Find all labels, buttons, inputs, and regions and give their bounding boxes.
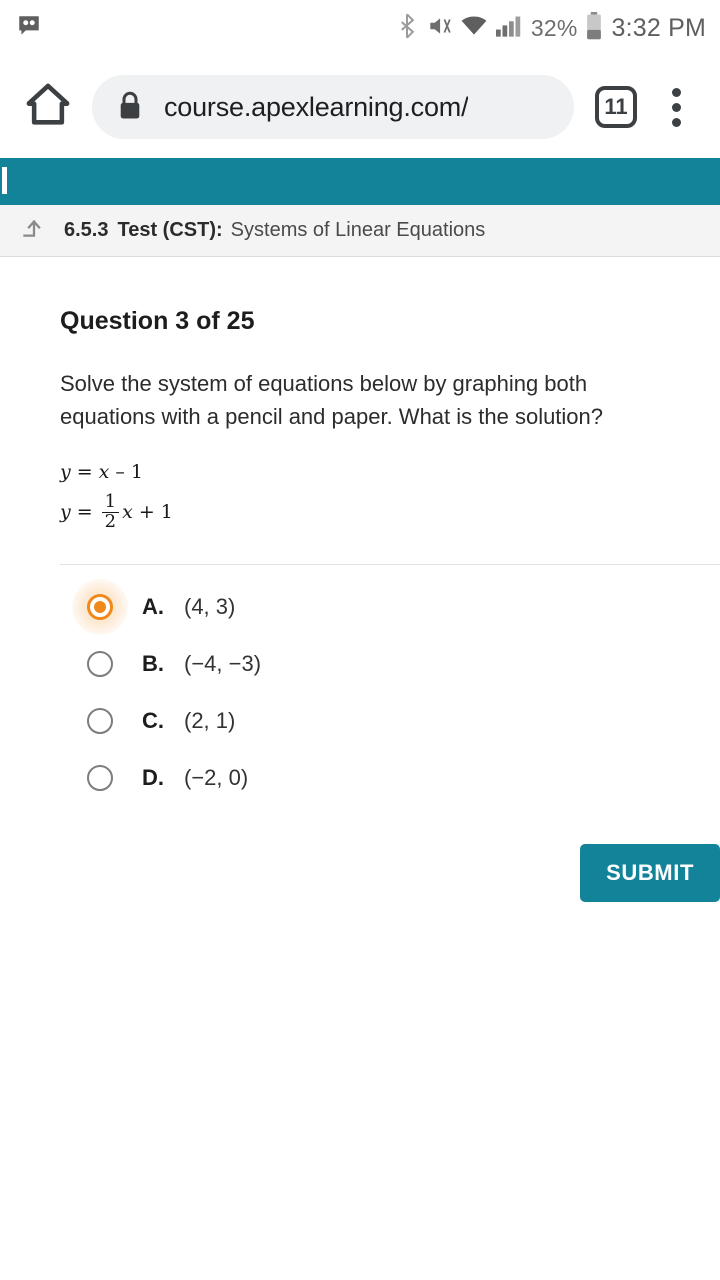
breadcrumb-type: Test (CST): (117, 219, 223, 241)
radio-wrap-a[interactable] (72, 578, 128, 635)
question-prompt: Solve the system of equations below by g… (60, 371, 604, 429)
equation-1-operator: – (115, 461, 125, 484)
equation-2-fraction: 1 2 (101, 491, 120, 532)
equation-1: y = x – 1 (60, 463, 720, 482)
radio-button-c[interactable] (87, 707, 113, 734)
wifi-icon (461, 15, 487, 42)
option-d-letter: D. (142, 764, 164, 790)
radio-wrap-d[interactable] (72, 750, 128, 806)
equation-2-variable: x (122, 500, 133, 523)
equation-2: y = 1 2 x + 1 (60, 491, 720, 532)
url-bar[interactable]: course.apexlearning.com/ (92, 75, 574, 139)
submit-row: SUBMIT (60, 843, 720, 902)
equation-1-variable: x (98, 461, 110, 484)
equation-2-operator: + (138, 500, 155, 523)
radio-button-d[interactable] (87, 764, 113, 791)
option-a[interactable]: A. (4, 3) (60, 578, 720, 635)
bluetooth-icon (397, 13, 417, 44)
status-bar: 32% 3:32 PM (0, 0, 720, 56)
status-bar-right: 32% 3:32 PM (397, 11, 706, 45)
option-a-text: (4, 3) (184, 593, 236, 619)
fraction-numerator: 1 (104, 491, 117, 513)
option-b-letter: B. (142, 650, 164, 676)
equation-2-constant: 1 (160, 500, 173, 523)
browser-toolbar: course.apexlearning.com/ 11 (0, 56, 720, 158)
tab-switcher-button[interactable]: 11 (586, 77, 646, 137)
battery-icon (586, 11, 602, 45)
battery-percent: 32% (530, 14, 578, 41)
lock-icon (118, 90, 142, 125)
page-title: Question 3 of 25 (60, 307, 255, 335)
cell-signal-icon (495, 15, 522, 42)
breadcrumb-code: 6.5.3 (64, 219, 109, 241)
app-header-bar (0, 158, 720, 205)
option-b[interactable]: B. (−4, −3) (60, 640, 720, 688)
radio-button-a[interactable] (87, 593, 113, 620)
home-icon (22, 79, 74, 136)
equation-1-lhs: y (60, 461, 71, 484)
equation-2-lhs: y (60, 500, 71, 523)
home-button[interactable] (18, 77, 78, 137)
status-bar-left (16, 13, 42, 44)
option-c-text: (2, 1) (184, 707, 236, 733)
arrow-up-level-icon[interactable] (20, 214, 48, 247)
clock: 3:32 PM (611, 13, 706, 42)
volume-muted-icon (426, 13, 452, 44)
fraction-denominator: 2 (101, 511, 120, 532)
question-content: Question 3 of 25 Solve the system of equ… (0, 307, 720, 902)
radio-wrap-c[interactable] (72, 693, 128, 749)
menu-button[interactable] (646, 77, 706, 137)
option-b-text: (−4, −3) (184, 650, 262, 676)
section-divider (60, 563, 720, 565)
option-c[interactable]: C. (2, 1) (60, 697, 720, 745)
voicemail-icon (16, 13, 42, 44)
equation-2-equals: = (76, 500, 93, 523)
overflow-menu-icon (671, 87, 681, 127)
submit-button[interactable]: SUBMIT (580, 843, 720, 902)
radio-wrap-b[interactable] (72, 636, 128, 692)
option-a-letter: A. (142, 593, 164, 619)
header-edge-mark (2, 167, 7, 194)
breadcrumb-title: Systems of Linear Equations (230, 219, 486, 241)
tab-count: 11 (595, 86, 637, 128)
answer-options: A. (4, 3) B. (−4, −3) C. (2, 1) D. (−2, … (60, 578, 720, 802)
equation-1-constant: 1 (130, 461, 143, 484)
breadcrumb[interactable]: 6.5.3 Test (CST): Systems of Linear Equa… (0, 205, 720, 257)
option-d[interactable]: D. (−2, 0) (60, 754, 720, 802)
radio-button-b[interactable] (87, 650, 113, 677)
equation-block: y = x – 1 y = 1 2 x + 1 (60, 463, 720, 532)
option-c-letter: C. (142, 707, 164, 733)
equation-1-equals: = (76, 461, 93, 484)
option-d-text: (−2, 0) (184, 764, 249, 790)
url-text: course.apexlearning.com/ (164, 91, 469, 122)
